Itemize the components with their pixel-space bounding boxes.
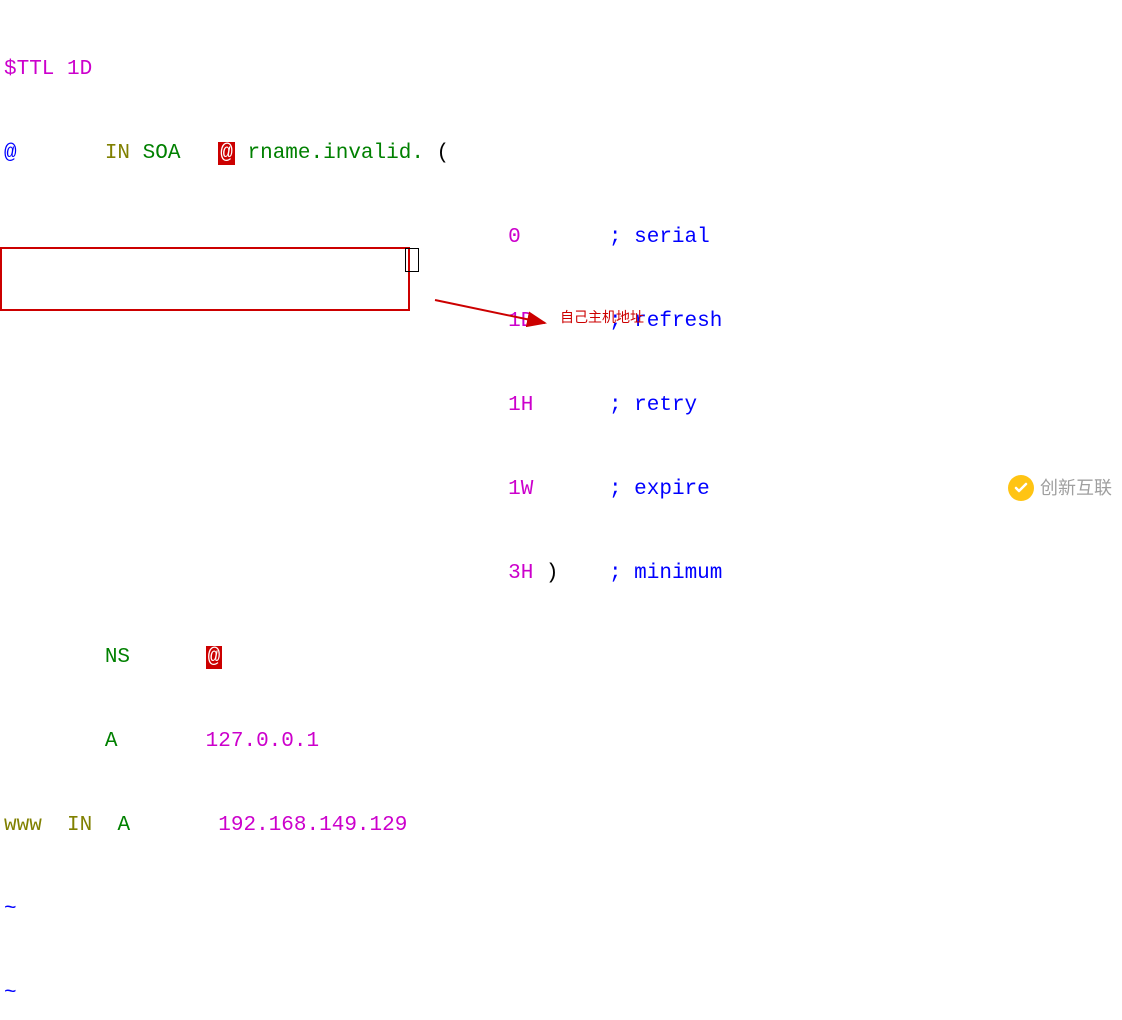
soa-type: SOA bbox=[143, 142, 181, 165]
empty-line: ~ bbox=[4, 980, 1118, 1008]
ttl-directive: $TTL bbox=[4, 58, 54, 81]
ns-type: NS bbox=[105, 646, 130, 669]
a-type: A bbox=[117, 814, 130, 837]
rname-value: rname.invalid. bbox=[248, 142, 424, 165]
code-line: www IN A 192.168.149.129 bbox=[4, 812, 1118, 840]
annotation-text: 自己主机地址 bbox=[560, 303, 644, 331]
retry-value: 1H bbox=[508, 394, 533, 417]
expire-value: 1W bbox=[508, 478, 533, 501]
code-line: A 127.0.0.1 bbox=[4, 728, 1118, 756]
at-sign-origin: @ bbox=[218, 142, 235, 165]
tilde-marker: ~ bbox=[4, 898, 17, 921]
ttl-value: 1D bbox=[67, 58, 92, 81]
minimum-value: 3H bbox=[508, 562, 533, 585]
code-line: 3H ) ; minimum bbox=[4, 560, 1118, 588]
code-line: 1H ; retry bbox=[4, 392, 1118, 420]
empty-line: ~ bbox=[4, 896, 1118, 924]
minimum-comment: ; minimum bbox=[609, 562, 722, 585]
code-line: $TTL 1D bbox=[4, 56, 1118, 84]
watermark-text: 创新互联 bbox=[1040, 474, 1112, 502]
code-line: 0 ; serial bbox=[4, 224, 1118, 252]
at-origin: @ bbox=[206, 646, 223, 669]
code-line: NS @ bbox=[4, 644, 1118, 672]
www-name: www bbox=[4, 814, 42, 837]
code-line: 1W ; expire bbox=[4, 476, 1118, 504]
watermark-logo-icon bbox=[1008, 475, 1034, 501]
in-class: IN bbox=[67, 814, 92, 837]
retry-comment: ; retry bbox=[609, 394, 697, 417]
in-class: IN bbox=[105, 142, 130, 165]
close-paren: ) bbox=[546, 562, 559, 585]
refresh-value: 1D bbox=[508, 310, 533, 333]
serial-value: 0 bbox=[508, 226, 521, 249]
watermark: 创新互联 bbox=[1008, 474, 1112, 502]
at-sign: @ bbox=[4, 142, 17, 165]
open-paren: ( bbox=[437, 142, 450, 165]
text-editor[interactable]: $TTL 1D @ IN SOA @ rname.invalid. ( 0 ; … bbox=[0, 0, 1122, 1020]
serial-comment: ; serial bbox=[609, 226, 710, 249]
host-ip: 192.168.149.129 bbox=[218, 814, 407, 837]
expire-comment: ; expire bbox=[609, 478, 710, 501]
check-icon bbox=[1012, 479, 1030, 497]
code-line: @ IN SOA @ rname.invalid. ( bbox=[4, 140, 1118, 168]
a-type: A bbox=[105, 730, 118, 753]
loopback-ip: 127.0.0.1 bbox=[206, 730, 319, 753]
tilde-marker: ~ bbox=[4, 982, 17, 1005]
